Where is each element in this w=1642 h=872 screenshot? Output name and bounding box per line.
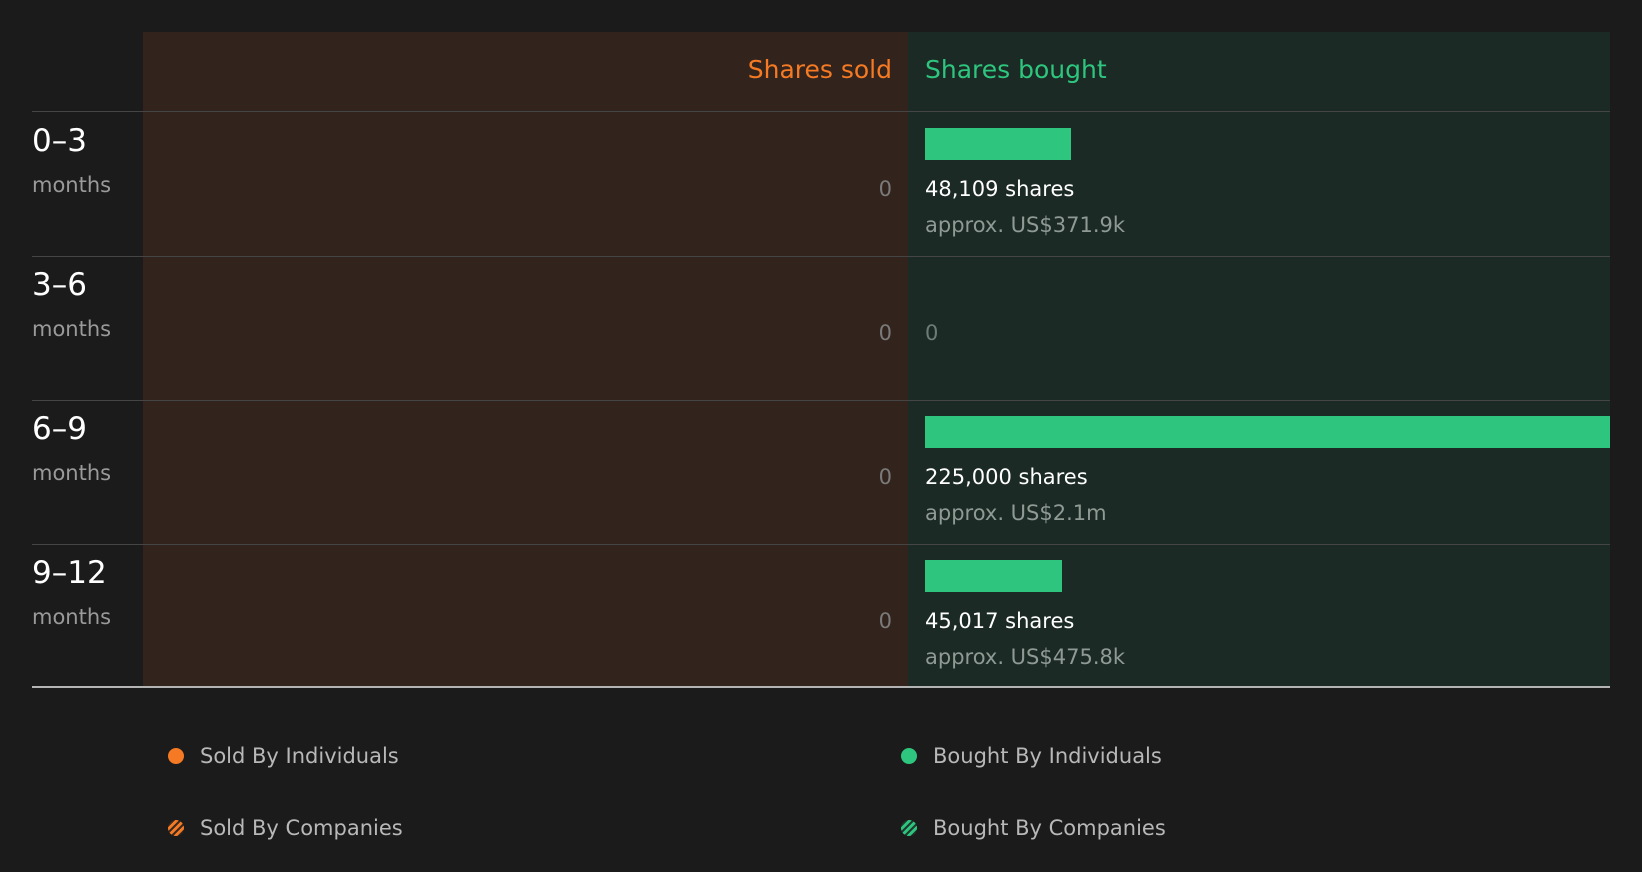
legend-bought-companies: Bought By Companies [901, 813, 1166, 843]
green-dot-icon [901, 748, 917, 764]
period-unit: months [32, 461, 112, 485]
bought-value: 0 [925, 321, 939, 345]
sold-value: 0 [878, 609, 892, 633]
period-unit: months [32, 173, 112, 197]
chart-baseline [32, 686, 1610, 688]
legend-sold-individuals: Sold By Individuals [168, 741, 399, 771]
bought-bar [925, 560, 1062, 592]
bought-bar [925, 128, 1071, 160]
bought-approx-value: approx. US$475.8k [925, 645, 1126, 669]
period-label: 0–3 [32, 123, 87, 159]
bought-shares-label: 45,017 shares [925, 609, 1075, 633]
bought-shares-label: 48,109 shares [925, 177, 1075, 201]
bought-approx-value: approx. US$371.9k [925, 213, 1126, 237]
legend-bought-individuals: Bought By Individuals [901, 741, 1162, 771]
period-label: 6–9 [32, 411, 87, 447]
period-row: 0–3 months 0 48,109 shares approx. US$37… [0, 112, 1642, 256]
period-row: 9–12 months 0 45,017 shares approx. US$4… [0, 544, 1642, 688]
legend-label: Bought By Individuals [933, 744, 1162, 768]
bought-bar [925, 416, 1610, 448]
legend-sold-companies: Sold By Companies [168, 813, 403, 843]
green-hatched-dot-icon [901, 820, 917, 836]
period-row: 6–9 months 0 225,000 shares approx. US$2… [0, 400, 1642, 544]
bought-approx-value: approx. US$2.1m [925, 501, 1107, 525]
sold-value: 0 [878, 465, 892, 489]
period-row: 3–6 months 0 0 [0, 256, 1642, 400]
legend-label: Sold By Individuals [200, 744, 399, 768]
bought-shares-label: 225,000 shares [925, 465, 1088, 489]
legend-label: Bought By Companies [933, 816, 1166, 840]
shares-sold-header: Shares sold [747, 55, 892, 84]
orange-dot-icon [168, 748, 184, 764]
period-label: 3–6 [32, 267, 87, 303]
orange-hatched-dot-icon [168, 820, 184, 836]
sold-value: 0 [878, 321, 892, 345]
sold-value: 0 [878, 177, 892, 201]
period-unit: months [32, 317, 112, 341]
period-unit: months [32, 605, 112, 629]
shares-bought-header: Shares bought [925, 55, 1107, 84]
period-label: 9–12 [32, 555, 107, 591]
legend-label: Sold By Companies [200, 816, 403, 840]
